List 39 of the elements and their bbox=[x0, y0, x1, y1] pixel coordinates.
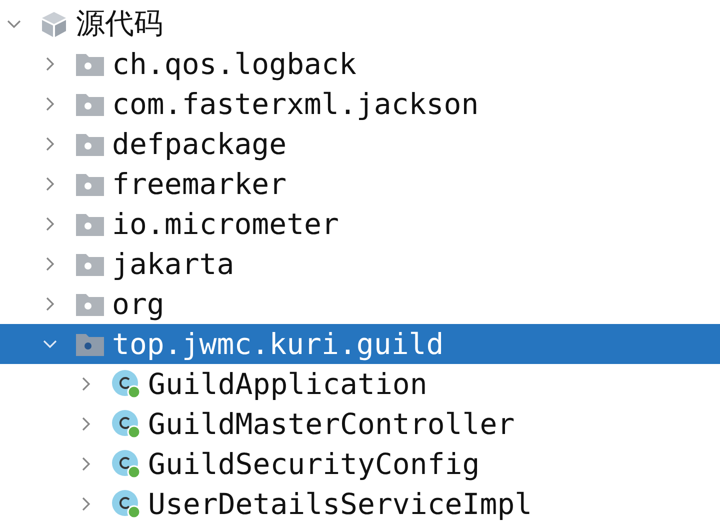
tree-row[interactable]: top.jwmc.kuri.guild bbox=[0, 324, 720, 364]
tree-row[interactable]: GuildApplication bbox=[0, 364, 720, 404]
tree-row[interactable]: jakarta bbox=[0, 244, 720, 284]
class-icon bbox=[112, 410, 140, 438]
tree-row[interactable]: 源代码 bbox=[0, 4, 720, 44]
class-name: UserDetailsServiceImpl bbox=[148, 487, 532, 521]
tree-row[interactable]: org bbox=[0, 284, 720, 324]
package-name: top.jwmc.kuri.guild bbox=[112, 327, 444, 361]
package-name: org bbox=[112, 287, 164, 321]
cube-icon bbox=[40, 10, 68, 38]
module-name: 源代码 bbox=[76, 5, 163, 42]
package-name: ch.qos.logback bbox=[112, 47, 356, 81]
tree-row[interactable]: ch.qos.logback bbox=[0, 44, 720, 84]
tree-row[interactable]: GuildMasterController bbox=[0, 404, 720, 444]
folder-icon bbox=[76, 52, 104, 76]
folder-icon bbox=[76, 292, 104, 316]
package-name: defpackage bbox=[112, 127, 287, 161]
tree-row[interactable]: GuildSecurityConfig bbox=[0, 444, 720, 484]
package-name: com.fasterxml.jackson bbox=[112, 87, 479, 121]
class-name: GuildMasterController bbox=[148, 407, 515, 441]
folder-icon bbox=[76, 332, 104, 356]
class-icon bbox=[112, 450, 140, 478]
tree-row[interactable]: io.micrometer bbox=[0, 204, 720, 244]
tree-row[interactable]: UserDetailsServiceImpl bbox=[0, 484, 720, 524]
tree-row[interactable]: defpackage bbox=[0, 124, 720, 164]
class-icon bbox=[112, 370, 140, 398]
package-name: io.micrometer bbox=[112, 207, 339, 241]
class-name: GuildApplication bbox=[148, 367, 428, 401]
class-icon bbox=[112, 490, 140, 518]
folder-icon bbox=[76, 172, 104, 196]
tree-row[interactable]: freemarker bbox=[0, 164, 720, 204]
tree-row[interactable]: com.fasterxml.jackson bbox=[0, 84, 720, 124]
package-name: jakarta bbox=[112, 247, 234, 281]
folder-icon bbox=[76, 252, 104, 276]
class-name: GuildSecurityConfig bbox=[148, 447, 480, 481]
folder-icon bbox=[76, 132, 104, 156]
package-name: freemarker bbox=[112, 167, 287, 201]
folder-icon bbox=[76, 92, 104, 116]
folder-icon bbox=[76, 212, 104, 236]
